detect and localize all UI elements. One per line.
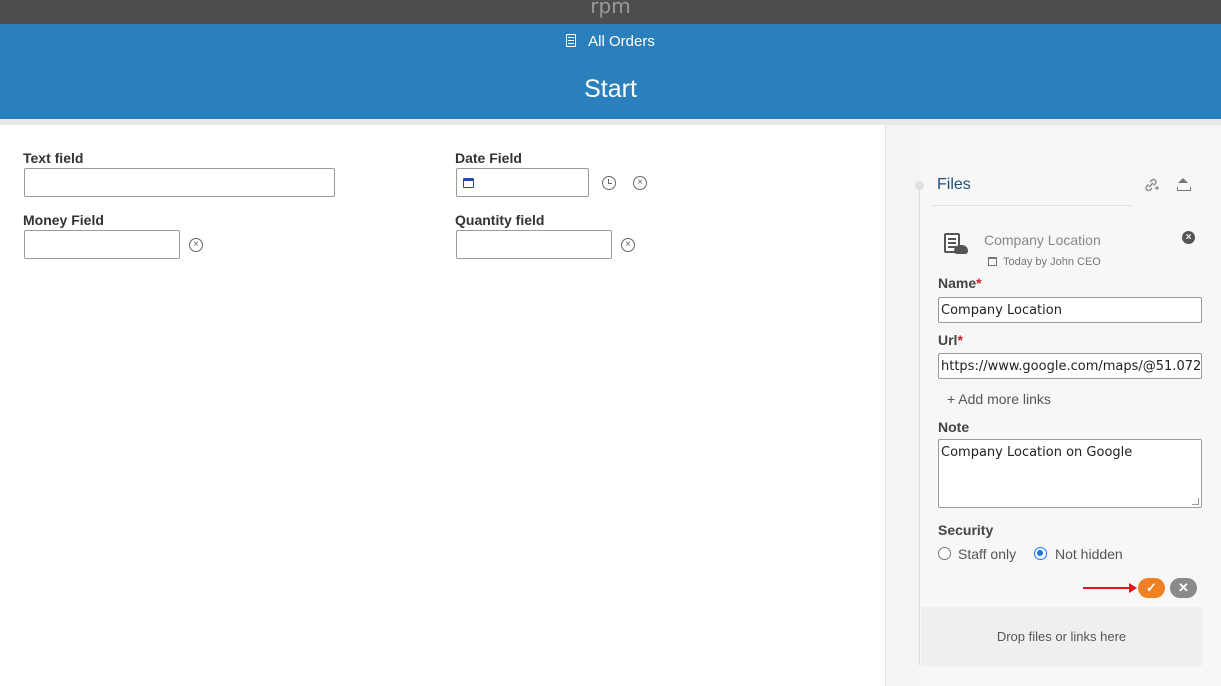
files-title: Files — [937, 176, 971, 193]
cloud-icon — [954, 245, 968, 254]
files-panel-body — [919, 128, 1221, 686]
date-field-label: Date Field — [455, 150, 522, 166]
file-item-author: by John CEO — [1035, 256, 1101, 268]
not-hidden-label[interactable]: Not hidden — [1055, 546, 1123, 562]
timeline-line — [919, 190, 920, 665]
page-header: All Orders Start — [0, 24, 1221, 119]
file-item-date: Today — [1003, 256, 1033, 268]
url-input[interactable]: https://www.google.com/maps/@51.072 — [938, 353, 1202, 379]
note-textarea[interactable]: Company Location on Google — [938, 439, 1202, 508]
calendar-icon[interactable] — [463, 178, 474, 188]
file-item-meta: Today by John CEO — [988, 256, 1101, 268]
name-label: Name* — [938, 275, 982, 291]
top-bar: rpm — [0, 0, 1221, 24]
not-hidden-radio[interactable] — [1034, 547, 1047, 560]
file-item-name[interactable]: Company Location — [984, 232, 1101, 248]
resize-grip[interactable] — [1192, 498, 1199, 505]
upload-icon[interactable] — [1177, 178, 1191, 192]
quantity-field-input[interactable] — [456, 230, 612, 259]
cancel-button[interactable]: ✕ — [1170, 578, 1197, 598]
clear-date-icon[interactable]: × — [633, 176, 647, 190]
security-label: Security — [938, 522, 994, 538]
note-label: Note — [938, 419, 970, 435]
breadcrumb[interactable]: All Orders — [0, 33, 1221, 50]
calendar-small-icon — [988, 257, 997, 266]
money-field-label: Money Field — [23, 212, 104, 228]
annotation-arrow — [1083, 583, 1137, 593]
clear-money-icon[interactable]: × — [189, 238, 203, 252]
breadcrumb-label[interactable]: All Orders — [588, 33, 655, 50]
page-title: Start — [584, 75, 637, 103]
text-field-input[interactable] — [24, 168, 335, 197]
confirm-button[interactable]: ✓ — [1138, 578, 1165, 598]
document-icon — [566, 34, 577, 47]
clock-icon[interactable] — [602, 176, 616, 190]
name-input[interactable]: Company Location — [938, 297, 1202, 323]
note-text: Company Location on Google — [941, 445, 1133, 460]
add-link-icon[interactable] — [1144, 178, 1159, 192]
file-dropzone[interactable]: Drop files or links here — [921, 607, 1202, 666]
staff-only-label[interactable]: Staff only — [958, 546, 1016, 562]
timeline-dot — [915, 181, 924, 190]
text-field-label: Text field — [23, 150, 84, 166]
clear-quantity-icon[interactable]: × — [621, 238, 635, 252]
url-label: Url* — [938, 332, 963, 348]
brand-logo: rpm — [590, 0, 631, 18]
files-divider — [932, 205, 1132, 206]
date-field-input[interactable] — [456, 168, 589, 197]
add-more-links-button[interactable]: + Add more links — [947, 391, 1051, 407]
staff-only-radio[interactable] — [938, 547, 951, 560]
remove-file-icon[interactable]: × — [1182, 231, 1195, 244]
quantity-field-label: Quantity field — [455, 212, 545, 228]
money-field-input[interactable] — [24, 230, 180, 259]
